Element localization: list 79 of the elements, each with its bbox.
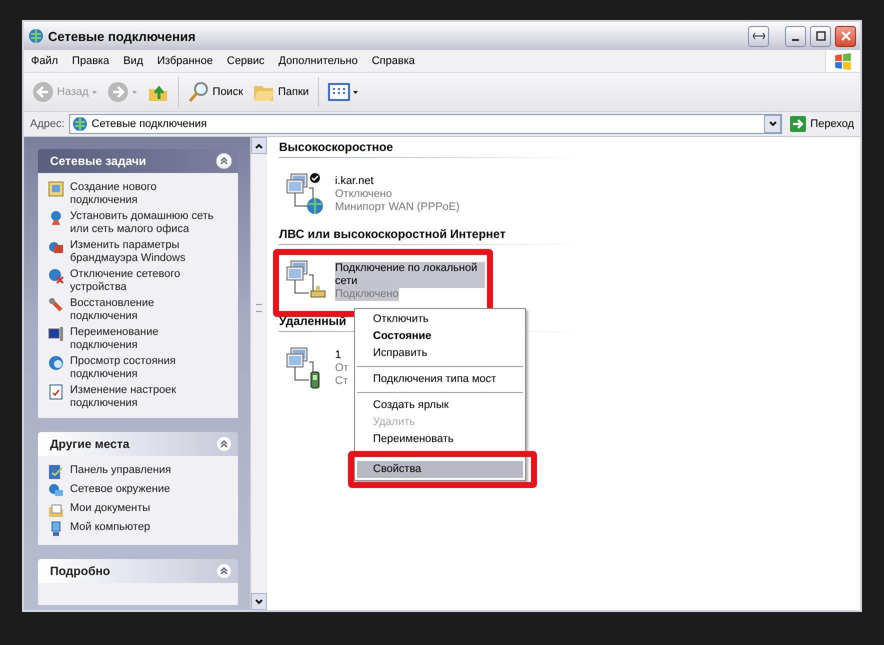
document-check-icon	[48, 384, 64, 400]
caret-up-icon	[255, 142, 263, 148]
menu-item[interactable]: Правка	[65, 53, 116, 69]
panel-header[interactable]: Сетевые задачи	[38, 149, 238, 173]
task-link[interactable]: Сетевое окружение	[70, 483, 170, 496]
close-button[interactable]	[835, 26, 856, 46]
dropdown-arrow-icon	[92, 90, 97, 94]
panel-header[interactable]: Другие места	[38, 432, 238, 456]
context-menu-item[interactable]: Свойства	[357, 461, 523, 478]
search-button[interactable]: Поиск	[184, 79, 248, 105]
resize-button[interactable]	[748, 26, 769, 46]
connection-status: Подключено	[335, 288, 399, 301]
connection-status: От	[335, 362, 349, 375]
group-header: ЛВС или высокоскоростной Интернет	[279, 226, 579, 245]
double-arrow-icon	[752, 32, 764, 40]
view-grid-icon	[328, 81, 350, 103]
minimize-button[interactable]	[785, 26, 806, 46]
address-field[interactable]: Сетевые подключения	[68, 114, 782, 134]
address-label: Адрес:	[30, 118, 65, 130]
task-link[interactable]: Мои документы	[70, 502, 150, 515]
scroll-down-button[interactable]	[251, 593, 267, 610]
menu-item[interactable]: Избранное	[150, 53, 220, 69]
globe-icon	[28, 28, 44, 44]
minimize-icon	[792, 39, 799, 41]
task-link[interactable]: Установить домашнюю сеть или сеть малого офиса	[70, 210, 220, 236]
menu-item[interactable]: Справка	[364, 53, 422, 69]
picture-icon	[48, 181, 64, 197]
caret-down-icon	[255, 598, 263, 604]
task-link[interactable]: Мой компьютер	[70, 521, 150, 534]
task-link[interactable]: Восстановление подключения	[70, 297, 220, 323]
task-link[interactable]: Просмотр состояния подключения	[70, 355, 220, 381]
collapse-chevron-icon[interactable]	[216, 436, 232, 452]
maximize-button[interactable]	[810, 26, 831, 46]
task-link[interactable]: Создание нового подключения	[70, 181, 220, 207]
context-menu-item[interactable]: Создать ярлык	[357, 397, 523, 414]
search-icon	[188, 81, 210, 103]
connection-device: Ст	[335, 375, 348, 388]
folders-button[interactable]: Папки	[249, 79, 313, 105]
context-menu-item[interactable]: Исправить	[357, 345, 523, 362]
maximize-icon	[816, 31, 826, 41]
close-icon	[840, 31, 850, 41]
scroll-grip-icon	[256, 304, 262, 312]
task-link[interactable]: Панель управления	[70, 464, 172, 477]
task-link[interactable]: Изменить параметры брандмауэра Windows	[70, 239, 220, 265]
context-menu-item[interactable]: Подключения типа мост	[357, 371, 523, 388]
globe-brick-icon	[48, 239, 64, 255]
go-button[interactable]: Переход	[786, 116, 858, 132]
dropdown-arrow-icon	[132, 90, 137, 94]
menu-item[interactable]: Вид	[116, 53, 150, 69]
menu-item[interactable]: Файл	[24, 53, 66, 69]
collapse-chevron-icon[interactable]	[216, 563, 232, 579]
task-link[interactable]: Переименование подключения	[70, 326, 220, 352]
task-link[interactable]: Изменение настроек подключения	[70, 384, 220, 410]
dropdown-arrow-icon	[352, 90, 358, 94]
connection-status: Отключено	[335, 188, 392, 201]
context-menu-item[interactable]: Переименовать	[357, 431, 523, 448]
connection-name[interactable]: i.kar.net	[335, 175, 374, 188]
right-arrow-icon	[790, 116, 806, 132]
globe-icon	[48, 355, 64, 371]
menu-item[interactable]: Сервис	[220, 53, 272, 69]
globe-computer-icon	[48, 483, 64, 499]
collapse-chevron-icon[interactable]	[216, 153, 232, 169]
folder-document-icon	[48, 502, 64, 518]
connection-name[interactable]: 1	[335, 349, 342, 362]
globe-icon	[72, 116, 88, 132]
scrollbar[interactable]	[250, 137, 267, 610]
scroll-up-button[interactable]	[251, 137, 267, 154]
window-title: Сетевые подключения	[48, 28, 196, 44]
group-header: Высокоскоростное	[279, 139, 579, 158]
connection-name[interactable]: Подключение по локальной сети	[335, 262, 485, 288]
task-link[interactable]: Отключение сетевого устройства	[70, 268, 220, 294]
menu-item[interactable]: Дополнительно	[272, 53, 365, 69]
context-menu-item[interactable]: Отключить	[357, 311, 523, 328]
connection-device: Минипорт WAN (PPPoE)	[335, 201, 460, 214]
globe-cross-icon	[48, 268, 64, 284]
control-panel-icon	[48, 464, 64, 480]
panel-header[interactable]: Подробно	[38, 559, 238, 583]
monitor-icon	[48, 326, 64, 342]
wrench-icon	[48, 297, 64, 313]
